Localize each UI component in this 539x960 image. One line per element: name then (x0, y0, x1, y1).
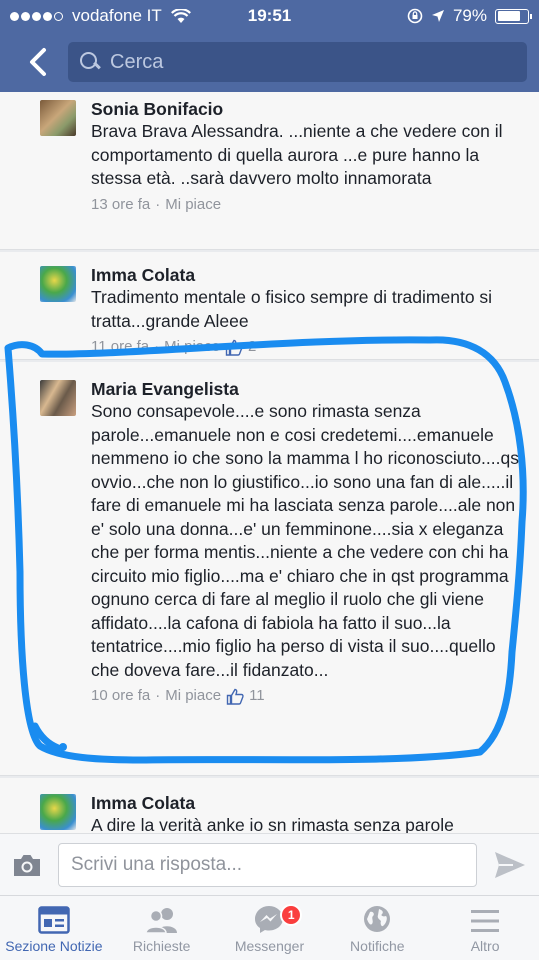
comment-item: Sonia Bonifacio Brava Brava Alessandra. … (0, 92, 539, 250)
top-bar: vodafone IT 19:51 79% Cerca (0, 0, 539, 92)
battery-icon (495, 8, 532, 24)
avatar[interactable] (40, 380, 76, 416)
status-bar: vodafone IT 19:51 79% (0, 0, 539, 32)
location-arrow-icon (431, 10, 444, 22)
friend-requests-icon (144, 908, 177, 934)
comment-time: 10 ore fa (91, 687, 151, 704)
comment-text: Sono consapevole....e sono rimasta senza… (91, 401, 524, 680)
globe-icon (364, 906, 391, 932)
camera-icon[interactable] (12, 852, 42, 878)
carrier-name: vodafone IT (72, 6, 162, 25)
comment-meta: 11 ore fa · Mi piace 2 (91, 337, 527, 357)
comment-time: 11 ore fa (91, 338, 150, 355)
like-button[interactable]: Mi piace (165, 686, 221, 706)
back-chevron-icon[interactable] (18, 47, 58, 77)
separator: · (154, 338, 160, 355)
signal-strength-icon (10, 6, 65, 26)
like-count[interactable]: 2 (248, 337, 256, 357)
comment-item: Maria Evangelista Sono consapevole....e … (0, 362, 539, 776)
comment-text: Tradimento mentale o fisico sempre di tr… (91, 287, 493, 331)
tab-notifications[interactable]: Notifiche (323, 896, 431, 960)
tab-messenger[interactable]: 1 Messenger (216, 896, 324, 960)
comment-item: Imma Colata A dire la verità anke io sn … (0, 778, 539, 833)
notification-badge: 1 (280, 904, 303, 926)
thumbs-up-icon (226, 688, 244, 705)
tab-news-feed[interactable]: Sezione Notizie (0, 896, 108, 960)
separator: · (155, 195, 161, 213)
commenter-name[interactable]: Imma Colata (91, 792, 527, 814)
tab-label: Altro (470, 938, 500, 954)
tab-more[interactable]: Altro (431, 896, 539, 960)
avatar[interactable] (40, 266, 76, 302)
avatar[interactable] (40, 100, 76, 136)
commenter-name[interactable]: Imma Colata (91, 264, 527, 286)
search-input[interactable]: Cerca (68, 42, 527, 82)
avatar[interactable] (40, 794, 76, 830)
reply-bar: Scrivi una risposta... (0, 833, 539, 895)
thumbs-up-icon (225, 339, 243, 356)
menu-icon (471, 910, 500, 932)
reply-input[interactable]: Scrivi una risposta... (58, 842, 477, 887)
tab-label: Notifiche (350, 938, 405, 954)
news-feed-icon (38, 906, 70, 934)
bottom-tab-bar: Sezione Notizie Richieste 1 Messenger No… (0, 895, 539, 960)
navigation-bar: Cerca (0, 32, 539, 92)
comment-text: Brava Brava Alessandra. ...niente a che … (91, 121, 503, 188)
like-button[interactable]: Mi piace (165, 195, 221, 215)
tab-requests[interactable]: Richieste (108, 896, 216, 960)
wifi-icon (170, 8, 191, 23)
tab-label: Sezione Notizie (5, 938, 103, 954)
comment-meta: 10 ore fa · Mi piace 11 (91, 686, 527, 706)
separator: · (155, 687, 161, 704)
send-icon[interactable] (493, 850, 527, 880)
like-count[interactable]: 11 (249, 686, 265, 706)
comment-text: A dire la verità anke io sn rimasta senz… (91, 815, 454, 833)
battery-percent: 79% (452, 6, 487, 25)
tab-label: Richieste (132, 938, 191, 954)
tab-label: Messenger (234, 938, 305, 954)
search-icon (80, 52, 100, 72)
commenter-name[interactable]: Sonia Bonifacio (91, 98, 527, 120)
comment-thread[interactable]: Sonia Bonifacio Brava Brava Alessandra. … (0, 92, 539, 833)
commenter-name[interactable]: Maria Evangelista (91, 378, 527, 400)
like-button[interactable]: Mi piace (164, 337, 220, 357)
rotation-lock-icon (407, 8, 423, 24)
comment-time: 13 ore fa (91, 195, 151, 213)
comment-item: Imma Colata Tradimento mentale o fisico … (0, 252, 539, 360)
battery-level-fill (497, 11, 521, 21)
search-placeholder: Cerca (110, 50, 164, 73)
comment-meta: 13 ore fa · Mi piace (91, 195, 527, 215)
